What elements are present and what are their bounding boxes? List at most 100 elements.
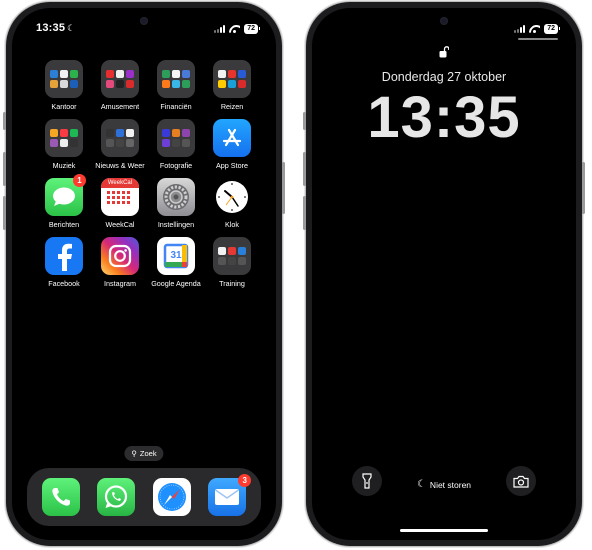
app-fotografie[interactable]: Fotografie (148, 119, 204, 170)
mute-switch (3, 112, 6, 130)
app-instagram[interactable]: Instagram (92, 237, 148, 288)
app-weekcal[interactable]: WeekCal WeekCal (92, 178, 148, 229)
camera-button[interactable] (506, 466, 536, 496)
battery-icon: 72 (544, 24, 560, 34)
camera-icon (513, 475, 529, 488)
facebook-icon (45, 237, 83, 275)
folder-icon (213, 237, 251, 275)
app-berichten[interactable]: 1 Berichten (36, 174, 92, 229)
whatsapp-icon (97, 478, 136, 516)
app-label: Klok (225, 220, 239, 229)
app-label: Reizen (220, 102, 244, 111)
settings-gear-icon (157, 178, 195, 216)
app-label: Instellingen (157, 220, 195, 229)
folder-icon (45, 119, 83, 157)
folder-icon (101, 119, 139, 157)
app-label: WeekCal (105, 220, 135, 229)
app-label: Fotografie (159, 161, 193, 170)
signal-icon (514, 25, 526, 33)
home-indicator[interactable] (400, 529, 488, 532)
signal-icon (214, 25, 226, 33)
dock-app-phone[interactable] (41, 478, 81, 516)
app-label: Instagram (104, 279, 136, 288)
app-financien[interactable]: Financiën (148, 60, 204, 111)
app-label: Kantoor (51, 102, 77, 111)
mute-switch (303, 112, 306, 130)
volume-down-button (3, 196, 6, 230)
app-nieuws-weer[interactable]: Nieuws & Weer (92, 119, 148, 170)
status-time-text: 13:35 (36, 22, 66, 34)
flashlight-icon (362, 473, 372, 489)
power-button (282, 162, 285, 214)
folder-icon (157, 119, 195, 157)
search-icon: ⚲ (131, 449, 137, 458)
weekcal-header: WeekCal (101, 178, 139, 188)
dock: 3 (27, 468, 261, 526)
status-bar: 13:35 ☾ 72 (12, 22, 276, 38)
volume-up-button (303, 152, 306, 186)
app-muziek[interactable]: Muziek (36, 119, 92, 170)
home-screen: 13:35 ☾ 72 Kantoor Amusement Financiën R… (12, 8, 276, 540)
app-label: Facebook (48, 279, 80, 288)
notification-badge: 3 (238, 474, 252, 487)
app-instellingen[interactable]: Instellingen (148, 178, 204, 229)
wifi-icon (229, 25, 240, 33)
focus-mode-label: Niet storen (429, 479, 472, 490)
app-label: Amusement (100, 102, 140, 111)
notification-badge: 1 (73, 174, 86, 187)
status-bar: 72 (312, 22, 576, 38)
moon-icon: ☾ (416, 479, 426, 490)
app-kantoor[interactable]: Kantoor (36, 60, 92, 111)
status-indicators: 72 (214, 24, 260, 34)
app-klok[interactable]: Klok (204, 178, 260, 229)
safari-compass-icon (152, 478, 191, 516)
control-center-indicator[interactable] (518, 38, 558, 40)
app-grid: Kantoor Amusement Financiën Reizen Muzie… (36, 60, 252, 288)
moon-icon: ☾ (67, 23, 76, 33)
lock-date: Donderdag 27 oktober (381, 70, 507, 84)
wifi-icon (529, 25, 540, 33)
app-app-store[interactable]: App Store (204, 119, 260, 170)
dock-app-mail[interactable]: 3 (207, 474, 252, 516)
app-label: Muziek (52, 161, 76, 170)
app-label: Google Agenda (151, 279, 201, 288)
folder-icon (213, 60, 251, 98)
app-label: Financiën (160, 102, 192, 111)
folder-icon (157, 60, 195, 98)
lock-screen-phone: 72 Donderdag 27 oktober 13:35 ☾ Niet sto… (303, 2, 585, 546)
folder-icon (45, 60, 83, 98)
folder-icon (101, 60, 139, 98)
focus-mode-indicator[interactable]: ☾ Niet storen (417, 479, 471, 490)
app-amusement[interactable]: Amusement (92, 60, 148, 111)
app-label: Nieuws & Weer (95, 161, 145, 170)
unlocked-padlock-icon (439, 46, 449, 58)
status-indicators: 72 (514, 24, 560, 34)
spotlight-search-button[interactable]: ⚲ Zoek (124, 446, 164, 461)
lock-screen: 72 Donderdag 27 oktober 13:35 ☾ Niet sto… (312, 8, 576, 540)
app-training[interactable]: Training (204, 237, 260, 288)
status-time: 13:35 ☾ (36, 22, 75, 34)
weekcal-icon: WeekCal (101, 178, 139, 216)
instagram-icon (101, 237, 139, 275)
app-label: Training (219, 279, 245, 288)
google-calendar-icon: 31 (157, 237, 195, 275)
app-reizen[interactable]: Reizen (204, 60, 260, 111)
app-label: Berichten (48, 220, 80, 229)
home-screen-phone: 13:35 ☾ 72 Kantoor Amusement Financiën R… (3, 2, 285, 546)
power-button (582, 162, 585, 214)
lock-time: 13:35 (367, 85, 521, 150)
battery-icon: 72 (244, 24, 260, 34)
app-google-agenda[interactable]: 31 Google Agenda (148, 237, 204, 288)
app-store-icon (213, 119, 251, 157)
flashlight-button[interactable] (352, 466, 382, 496)
app-facebook[interactable]: Facebook (36, 237, 92, 288)
volume-down-button (303, 196, 306, 230)
calendar-day: 31 (170, 250, 182, 261)
clock-icon (213, 178, 251, 216)
app-label: App Store (216, 161, 248, 170)
search-label: Zoek (139, 449, 157, 458)
phone-icon (41, 478, 80, 516)
dock-app-safari[interactable] (152, 478, 192, 516)
dock-app-whatsapp[interactable] (96, 478, 136, 516)
volume-up-button (3, 152, 6, 186)
